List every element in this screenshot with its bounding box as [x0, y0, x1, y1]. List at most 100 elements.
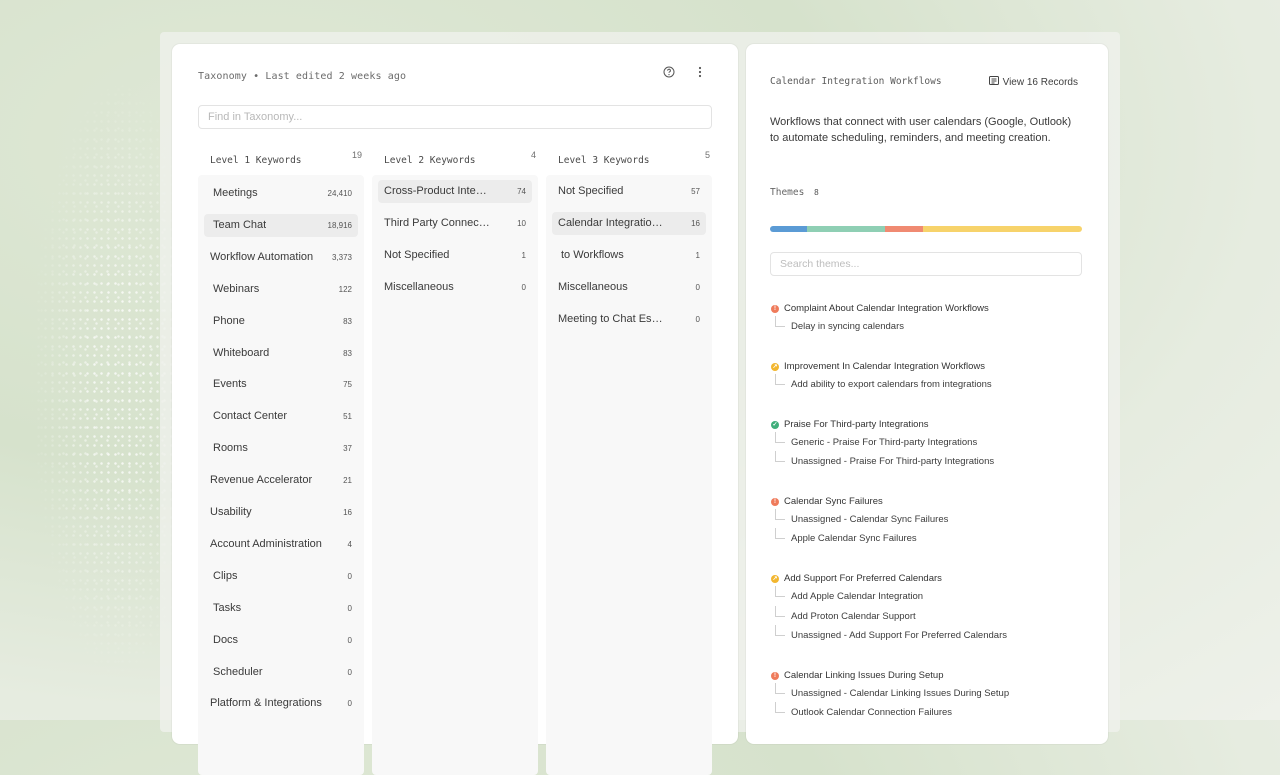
keyword-name: Webinars: [213, 282, 260, 295]
keyword-count: 0: [347, 603, 352, 613]
keyword-row[interactable]: Clips 0: [204, 565, 358, 588]
keyword-row[interactable]: Docs 0: [204, 629, 358, 652]
keyword-count: 83: [343, 348, 352, 358]
keyword-row[interactable]: Team Chat 18,916: [204, 213, 358, 237]
theme-title[interactable]: ↗ Improvement In Calendar Integration Wor…: [771, 360, 1091, 378]
subtheme-item[interactable]: Add ability to export calendars from int…: [771, 373, 1091, 397]
themes-label: Themes: [770, 187, 805, 198]
keyword-count: 0: [695, 314, 700, 324]
keyword-name: to Workflows: [561, 248, 624, 261]
keyword-row[interactable]: Meetings 24,410: [204, 182, 358, 205]
theme-title-label: Add Support For Preferred Calendars: [784, 573, 942, 585]
theme-title[interactable]: ! Calendar Sync Failures: [771, 495, 1091, 513]
keyword-name: Calendar Integration Workflows: [558, 216, 664, 229]
tree-branch-line: [775, 316, 785, 327]
subtheme-item[interactable]: Apple Calendar Sync Failures: [771, 528, 1091, 551]
subtheme-label: Apple Calendar Sync Failures: [791, 533, 917, 545]
keyword-name: Clips: [213, 569, 238, 582]
records-icon: [988, 76, 999, 89]
keyword-row[interactable]: Revenue Accelerator 21: [204, 469, 358, 492]
keyword-name: Not Specified: [384, 248, 450, 261]
keyword-row[interactable]: Miscellaneous 0: [552, 276, 706, 299]
keyword-row[interactable]: Platform & Integrations 0: [204, 692, 358, 715]
theme-title[interactable]: ↗ Add Support For Preferred Calendars: [771, 572, 1091, 590]
subtheme-label: Delay in syncing calendars: [791, 321, 905, 332]
keyword-row[interactable]: Tasks 0: [204, 597, 358, 620]
keyword-count: 0: [347, 635, 352, 645]
subtheme-label: Add Apple Calendar Integration: [791, 591, 924, 603]
keyword-count: 1: [695, 250, 700, 260]
keyword-row[interactable]: Calendar Integration Workflows 16: [552, 211, 706, 235]
tree-branch-line: [775, 625, 785, 637]
keyword-row[interactable]: Webinars 122: [204, 278, 358, 301]
keyword-name: Meeting to Chat Escalation: [558, 312, 664, 325]
subtheme-label: Outlook Calendar Connection Failures: [791, 707, 953, 719]
view-records-label: View 16 Records: [1002, 77, 1078, 88]
subtheme-item[interactable]: Add Proton Calendar Support: [771, 605, 1091, 629]
keyword-row[interactable]: to Workflows 1: [552, 244, 706, 267]
keyword-row[interactable]: Usability 16: [204, 501, 358, 524]
subtheme-item[interactable]: Unassigned - Calendar Sync Failures: [771, 509, 1091, 532]
keyword-row[interactable]: Scheduler 0: [204, 661, 358, 684]
keyword-row[interactable]: Whiteboard 83: [204, 342, 358, 365]
subtheme-item[interactable]: Outlook Calendar Connection Failures: [771, 702, 1091, 725]
distribution-segment: [922, 226, 1082, 232]
view-records-button[interactable]: View 16 Records: [988, 76, 1078, 89]
keyword-count: 83: [343, 316, 352, 326]
detail-description: Workflows that connect with user calenda…: [770, 116, 1072, 144]
level2-column: Cross-Product Integrations 74 Third Party …: [372, 175, 538, 775]
theme-title[interactable]: ! Calendar Linking Issues During Setup: [771, 669, 1091, 687]
level2-label: Level 2 Keywords: [384, 155, 476, 166]
subtheme-item[interactable]: Delay in syncing calendars: [771, 316, 1091, 339]
keyword-row[interactable]: Third Party Connections 10: [378, 212, 532, 235]
keyword-count: 3,373: [331, 252, 352, 262]
level3-label: Level 3 Keywords: [558, 155, 650, 166]
tree-branch-line: [775, 373, 785, 385]
detail-panel: Calendar Integration Workflows View 16 R…: [746, 44, 1108, 744]
theme-title[interactable]: ✓ Praise For Third-party Integrations: [771, 418, 1091, 436]
keyword-count: 37: [343, 444, 352, 454]
distribution-segment: [770, 226, 808, 232]
theme-group: ↗ Improvement In Calendar Integration Wor…: [771, 360, 1091, 397]
subtheme-item[interactable]: Generic - Praise For Third-party Integra…: [771, 431, 1091, 455]
help-circle-icon[interactable]: [662, 65, 676, 79]
keyword-row[interactable]: Rooms 37: [204, 437, 358, 460]
keyword-count: 16: [343, 508, 352, 517]
keyword-row[interactable]: Not Specified 1: [378, 244, 532, 267]
keyword-name: Platform & Integrations: [210, 697, 322, 710]
subtheme-item[interactable]: Add Apple Calendar Integration: [771, 586, 1091, 609]
keyword-count: 0: [347, 667, 352, 677]
keyword-row[interactable]: Contact Center 51: [204, 405, 358, 428]
keyword-row[interactable]: Meeting to Chat Escalation 0: [552, 308, 706, 331]
keyword-name: Team Chat: [213, 218, 267, 231]
keyword-row[interactable]: Phone 83: [204, 310, 358, 333]
taxonomy-search-input[interactable]: [198, 105, 712, 129]
keyword-row[interactable]: Account Administration 4: [204, 533, 358, 556]
more-vertical-icon[interactable]: [693, 65, 707, 79]
keyword-count: 0: [347, 571, 352, 581]
keyword-count: 51: [343, 412, 352, 422]
keyword-count: 74: [517, 187, 526, 196]
theme-group: ↗ Add Support For Preferred Calendars Add …: [771, 572, 1091, 648]
subtheme-item[interactable]: Unassigned - Add Support For Preferred C…: [771, 625, 1091, 648]
keyword-name: Contact Center: [213, 410, 287, 423]
subtheme-item[interactable]: Unassigned - Calendar Linking Issues Dur…: [771, 683, 1091, 706]
keyword-row[interactable]: Events 75: [204, 373, 358, 396]
subtheme-label: Unassigned - Calendar Linking Issues Dur…: [791, 688, 1010, 700]
keyword-row[interactable]: Miscellaneous 0: [378, 276, 532, 299]
theme-title[interactable]: ! Complaint About Calendar Integration Wo…: [771, 302, 1091, 320]
level1-label: Level 1 Keywords: [210, 155, 302, 166]
keyword-row[interactable]: Workflow Automation 3,373: [204, 246, 358, 269]
keyword-row[interactable]: Not Specified 57: [552, 180, 706, 203]
subtheme-item[interactable]: Unassigned - Praise For Third-party Inte…: [771, 451, 1091, 474]
subtheme-label: Unassigned - Add Support For Preferred C…: [791, 630, 1007, 642]
theme-search-input[interactable]: [770, 252, 1082, 276]
keyword-name: Miscellaneous: [384, 280, 454, 293]
tree-branch-line: [775, 509, 785, 521]
taxonomy-title: Taxonomy • Last edited 2 weeks ago: [198, 71, 407, 82]
keyword-count: 57: [691, 187, 700, 196]
keyword-row[interactable]: Cross-Product Integrations 74: [378, 180, 532, 203]
theme-group: ! Calendar Linking Issues During Setup Una…: [771, 669, 1091, 726]
keyword-name: Account Administration: [210, 537, 322, 550]
theme-title-label: Improvement In Calendar Integration Work…: [784, 360, 985, 372]
